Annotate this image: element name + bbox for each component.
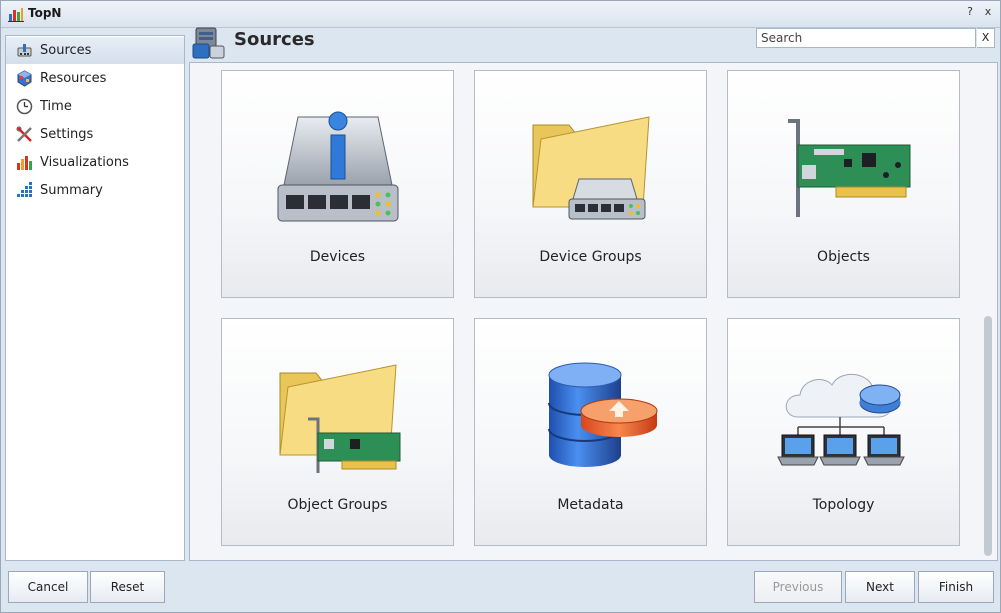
sidebar-item-settings[interactable]: Settings xyxy=(6,121,184,148)
clear-search-button[interactable]: X xyxy=(977,28,995,48)
sidebar-item-summary[interactable]: Summary xyxy=(6,177,184,204)
vertical-scrollbar[interactable] xyxy=(983,70,993,558)
clock-icon xyxy=(16,98,33,115)
device-folder-icon xyxy=(532,116,650,220)
resources-icon xyxy=(17,70,32,87)
sidebar-item-label: Time xyxy=(40,99,72,114)
window-title: TopN xyxy=(28,6,62,20)
cloud-network-icon xyxy=(777,373,905,466)
next-button[interactable]: Next xyxy=(845,571,915,603)
sidebar-item-label: Resources xyxy=(40,71,107,86)
tile-label: Device Groups xyxy=(539,249,642,265)
network-device-icon xyxy=(277,111,399,222)
tile-metadata[interactable]: Metadata xyxy=(474,318,707,546)
database-icon xyxy=(548,362,658,467)
title-bar: TopN ? x xyxy=(1,1,1000,28)
close-button[interactable]: x xyxy=(981,5,995,18)
sidebar-item-label: Sources xyxy=(40,43,92,58)
tile-objects[interactable]: Objects xyxy=(727,70,960,298)
tile-label: Object Groups xyxy=(287,497,388,513)
network-card-icon xyxy=(788,119,911,217)
sidebar-item-sources[interactable]: Sources xyxy=(6,37,184,64)
help-button[interactable]: ? xyxy=(963,5,977,18)
tile-topology[interactable]: Topology xyxy=(727,318,960,546)
sidebar-item-visualizations[interactable]: Visualizations xyxy=(6,149,184,176)
sidebar-item-label: Summary xyxy=(40,183,103,198)
sidebar-item-resources[interactable]: Resources xyxy=(6,65,184,92)
tile-label: Metadata xyxy=(557,497,624,513)
previous-button[interactable]: Previous xyxy=(754,571,842,603)
tools-icon xyxy=(16,126,32,142)
summary-icon xyxy=(17,182,32,197)
tile-devices[interactable]: Devices xyxy=(221,70,454,298)
sidebar-item-label: Visualizations xyxy=(40,155,129,170)
tile-object-groups[interactable]: Object Groups xyxy=(221,318,454,546)
reset-button[interactable]: Reset xyxy=(90,571,165,603)
chart-icon xyxy=(17,156,32,170)
object-folder-icon xyxy=(279,364,401,473)
scrollbar-thumb[interactable] xyxy=(984,316,992,556)
search-input[interactable] xyxy=(756,28,976,48)
bar-chart-icon xyxy=(8,8,24,22)
cancel-button[interactable]: Cancel xyxy=(8,571,88,603)
tile-label: Devices xyxy=(309,249,366,265)
tile-label: Objects xyxy=(817,249,870,265)
tile-label: Topology xyxy=(812,497,875,513)
finish-button[interactable]: Finish xyxy=(918,571,994,603)
page-title: Sources xyxy=(234,29,315,50)
sources-icon xyxy=(17,44,32,57)
sidebar: Sources Resources Time Settings Visualiz… xyxy=(5,35,185,561)
sources-header-icon xyxy=(192,27,225,59)
sources-panel: Devices Device Groups Objects Object Gro… xyxy=(189,62,998,561)
sidebar-item-time[interactable]: Time xyxy=(6,93,184,120)
tile-device-groups[interactable]: Device Groups xyxy=(474,70,707,298)
sidebar-item-label: Settings xyxy=(40,127,94,142)
